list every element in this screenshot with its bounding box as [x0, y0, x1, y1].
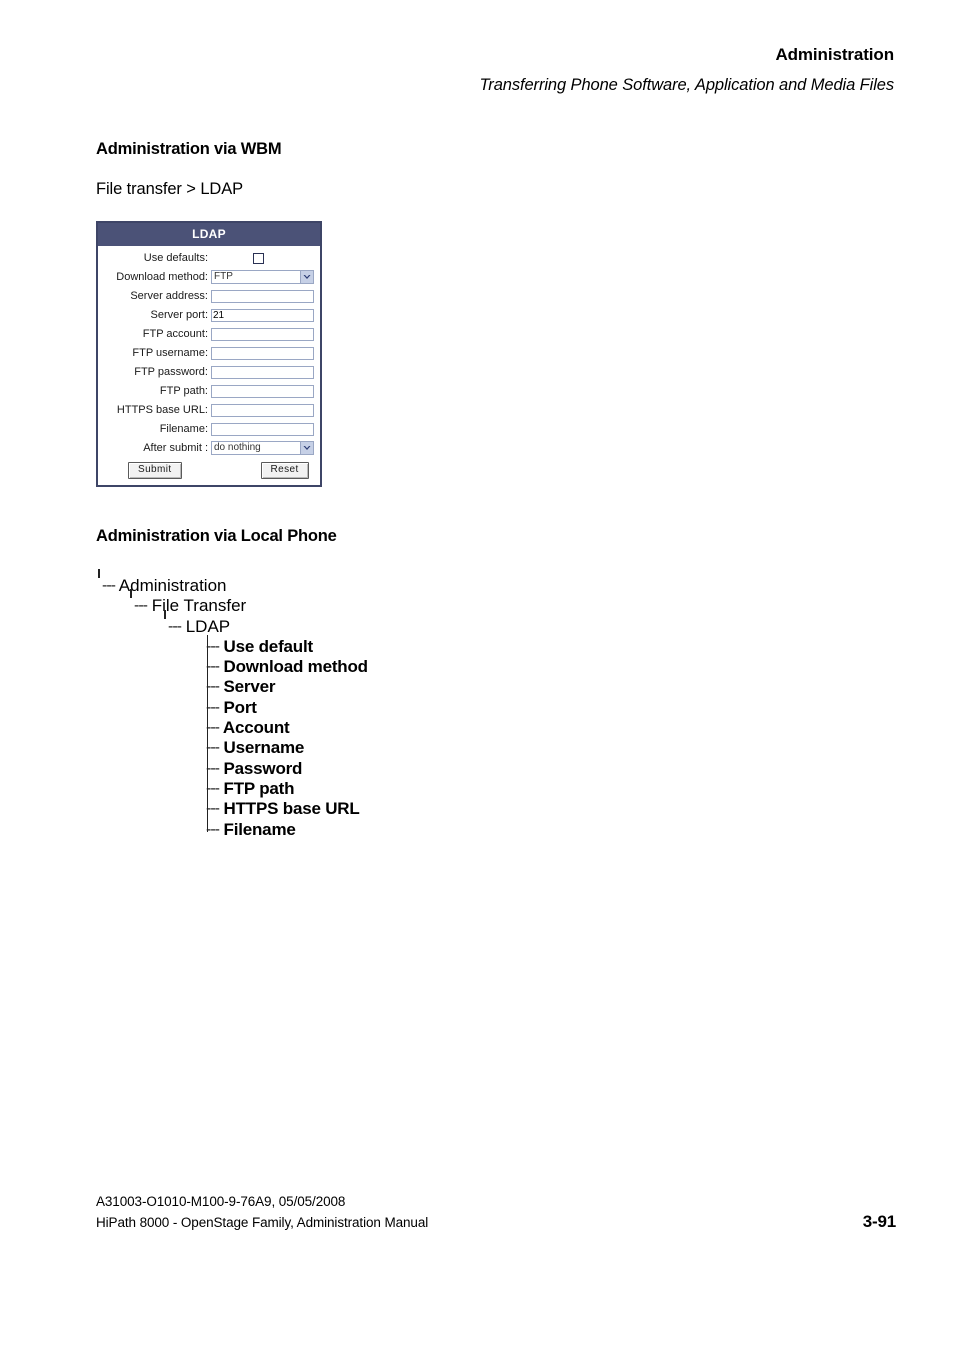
label-https-base-url: HTTPS base URL:	[116, 404, 208, 416]
download-method-select[interactable]: FTP	[211, 270, 314, 284]
server-address-input[interactable]	[211, 289, 314, 303]
tree-leaf-port: --- Port	[206, 698, 896, 718]
chevron-down-icon[interactable]	[300, 271, 313, 283]
tree-dash: ---	[206, 739, 220, 757]
tree-dash: ---	[206, 759, 220, 777]
tree-leaf-label: Account	[222, 718, 290, 738]
field-row-ftp-password: FTP password:	[100, 363, 318, 381]
tree-connector	[98, 569, 100, 578]
tree-dash: ---	[206, 779, 220, 797]
tree-dash: ---	[102, 577, 116, 594]
label-ftp-account: FTP account:	[142, 328, 208, 340]
running-head-title: Administration	[775, 45, 894, 64]
section-heading-local-phone: Administration via Local Phone	[96, 527, 337, 545]
tree-leaf-download-method: --- Download method	[206, 657, 896, 677]
tree-leaf-filename: --- Filename	[206, 820, 896, 840]
field-row-download-method: Download method: FTP	[100, 268, 318, 286]
page-content: Administration via WBM File transfer > L…	[96, 140, 896, 840]
tree-leaf-account: --- Account	[206, 718, 896, 738]
tree-leaf-server: --- Server	[206, 677, 896, 697]
tree-node-label: File Transfer	[151, 596, 247, 616]
tree-leaf-label: Use default	[223, 636, 314, 656]
tree-leaf-username: --- Username	[206, 738, 896, 758]
tree-node-administration: --- Administration	[98, 569, 896, 596]
tree-leaf-label: Port	[223, 697, 257, 717]
field-row-use-defaults: Use defaults:	[100, 249, 318, 267]
tree-leaf-label: HTTPS base URL	[223, 799, 360, 819]
tree-leaf-group: --- Use default --- Download method --- …	[206, 634, 896, 840]
ldap-form: Use defaults: Download method: FTP Serve…	[98, 246, 320, 485]
tree-dash: ---	[206, 800, 220, 818]
tree-dash: ---	[206, 678, 220, 696]
field-row-after-submit: After submit : do nothing	[100, 439, 318, 457]
ftp-password-input[interactable]	[211, 365, 314, 379]
label-use-defaults: Use defaults:	[143, 252, 208, 264]
breadcrumb: File transfer > LDAP	[96, 180, 244, 198]
ldap-panel-title: LDAP	[98, 223, 320, 246]
label-filename: Filename:	[159, 423, 208, 435]
tree-dash: ---	[134, 597, 148, 615]
field-row-ftp-path: FTP path:	[100, 382, 318, 400]
field-row-ftp-username: FTP username:	[100, 344, 318, 362]
footer-manual-title: HiPath 8000 - OpenStage Family, Administ…	[96, 1215, 429, 1230]
tree-leaf-label: Server	[223, 677, 276, 697]
tree-dash: ---	[206, 820, 220, 838]
reset-button[interactable]: Reset	[260, 462, 309, 479]
label-ftp-password: FTP password:	[134, 366, 208, 378]
field-row-https-base-url: HTTPS base URL:	[100, 401, 318, 419]
tree-leaf-label: Password	[223, 758, 303, 778]
use-defaults-checkbox[interactable]	[253, 252, 264, 264]
submit-button[interactable]: Submit	[128, 462, 182, 479]
ldap-form-buttons: Submit Reset	[100, 462, 318, 479]
tree-connector	[130, 589, 132, 599]
running-head-subtitle: Transferring Phone Software, Application…	[479, 76, 895, 94]
label-after-submit: After submit :	[143, 442, 208, 454]
tree-leaf-label: Filename	[223, 819, 296, 839]
tree-dash: ---	[206, 658, 220, 676]
tree-dash: ---	[168, 617, 182, 635]
local-phone-menu-tree: --- Administration --- File Transfer ---…	[96, 569, 896, 840]
tree-leaf-https-base-url: --- HTTPS base URL	[206, 799, 896, 819]
tree-leaf-password: --- Password	[206, 759, 896, 779]
ftp-username-input[interactable]	[211, 346, 314, 360]
tree-node-ldap: --- LDAP	[164, 609, 896, 637]
chevron-down-icon[interactable]	[300, 442, 313, 454]
field-row-server-port: Server port:	[100, 306, 318, 324]
after-submit-value: do nothing	[214, 442, 261, 453]
label-ftp-path: FTP path:	[159, 385, 208, 397]
field-row-server-address: Server address:	[100, 287, 318, 305]
ldap-panel: LDAP Use defaults: Download method: FTP	[96, 221, 322, 487]
download-method-value: FTP	[214, 271, 233, 282]
page-number: 3-91	[862, 1212, 896, 1231]
filename-input[interactable]	[211, 422, 314, 436]
section-heading-wbm: Administration via WBM	[96, 140, 282, 158]
tree-connector	[164, 609, 166, 619]
tree-leaf-label: Download method	[223, 657, 369, 677]
running-head: Administration Transferring Phone Softwa…	[479, 44, 895, 96]
label-ftp-username: FTP username:	[132, 347, 208, 359]
https-base-url-input[interactable]	[211, 403, 314, 417]
tree-dash: ---	[206, 637, 220, 655]
ftp-account-input[interactable]	[211, 327, 314, 341]
label-server-address: Server address:	[130, 290, 208, 302]
label-download-method: Download method:	[116, 271, 208, 283]
footer-document-id: A31003-O1010-M100-9-76A9, 05/05/2008	[96, 1194, 346, 1209]
label-server-port: Server port:	[150, 309, 208, 321]
tree-dash: ---	[206, 698, 220, 716]
tree-leaf-label: FTP path	[223, 778, 295, 798]
ftp-path-input[interactable]	[211, 384, 314, 398]
tree-node-label: Administration	[118, 576, 227, 595]
server-port-input[interactable]	[211, 308, 314, 322]
field-row-ftp-account: FTP account:	[100, 325, 318, 343]
tree-node-label: LDAP	[185, 616, 231, 636]
tree-leaf-use-default: --- Use default	[206, 637, 896, 657]
after-submit-select[interactable]: do nothing	[211, 441, 314, 455]
tree-leaf-label: Username	[223, 738, 305, 758]
page-footer: A31003-O1010-M100-9-76A9, 05/05/2008 HiP…	[96, 1191, 896, 1233]
tree-node-file-transfer: --- File Transfer	[130, 589, 896, 616]
tree-leaf-ftp-path: --- FTP path	[206, 779, 896, 799]
tree-dash: ---	[206, 719, 220, 737]
field-row-filename: Filename:	[100, 420, 318, 438]
